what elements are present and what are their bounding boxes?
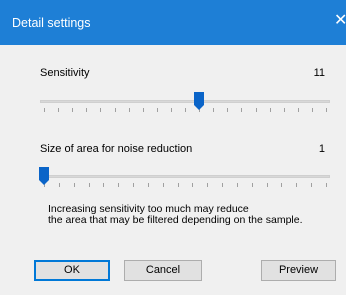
slider-tick [72, 108, 73, 112]
slider-tick [270, 108, 271, 112]
slider-tick [171, 108, 172, 112]
slider-tick [58, 108, 59, 112]
slider-track[interactable] [40, 100, 330, 103]
noise-area-value: 1 [318, 143, 325, 155]
slider-tick [222, 183, 223, 187]
slider-tick [118, 183, 119, 187]
sensitivity-value: 11 [313, 67, 325, 79]
slider-tick [237, 183, 238, 187]
slider-tick [100, 108, 101, 112]
slider-tick [86, 108, 87, 112]
slider-tick [252, 183, 253, 187]
slider-tick [312, 108, 313, 112]
slider-track[interactable] [40, 175, 330, 178]
ok-button[interactable]: OK [34, 260, 110, 281]
slider-tick [103, 183, 104, 187]
slider-thumb[interactable] [194, 92, 204, 110]
slider-tick [129, 108, 130, 112]
slider-tick [157, 108, 158, 112]
slider-tick [143, 108, 144, 112]
slider-tick [227, 108, 228, 112]
slider-tick [74, 183, 75, 187]
slider-tick [163, 183, 164, 187]
slider-tick [89, 183, 90, 187]
slider-thumb[interactable] [39, 167, 49, 185]
slider-tick [44, 108, 45, 112]
slider-tick [192, 183, 193, 187]
slider-tick [59, 183, 60, 187]
close-icon[interactable]: ✕ [334, 12, 346, 30]
slider-tick [326, 183, 327, 187]
slider-tick [284, 108, 285, 112]
slider-tick [115, 108, 116, 112]
slider-tick [241, 108, 242, 112]
noise-area-label: Size of area for noise reduction [40, 143, 193, 155]
note-line-2: the area that may be filtered depending … [48, 214, 303, 226]
dialog-body [0, 45, 346, 295]
slider-tick [267, 183, 268, 187]
slider-tick [281, 183, 282, 187]
preview-button[interactable]: Preview [261, 260, 336, 281]
slider-tick [213, 108, 214, 112]
slider-tick [298, 108, 299, 112]
slider-tick [207, 183, 208, 187]
title-bar: Detail settings ✕ [0, 0, 346, 45]
dialog-title: Detail settings [12, 16, 91, 30]
sensitivity-note: Increasing sensitivity too much may redu… [48, 204, 303, 226]
slider-tick [311, 183, 312, 187]
slider-tick [178, 183, 179, 187]
slider-tick [133, 183, 134, 187]
slider-tick [256, 108, 257, 112]
sensitivity-label: Sensitivity [40, 67, 90, 79]
slider-tick [326, 108, 327, 112]
slider-tick [296, 183, 297, 187]
slider-tick [185, 108, 186, 112]
slider-tick [148, 183, 149, 187]
cancel-button[interactable]: Cancel [124, 260, 202, 281]
